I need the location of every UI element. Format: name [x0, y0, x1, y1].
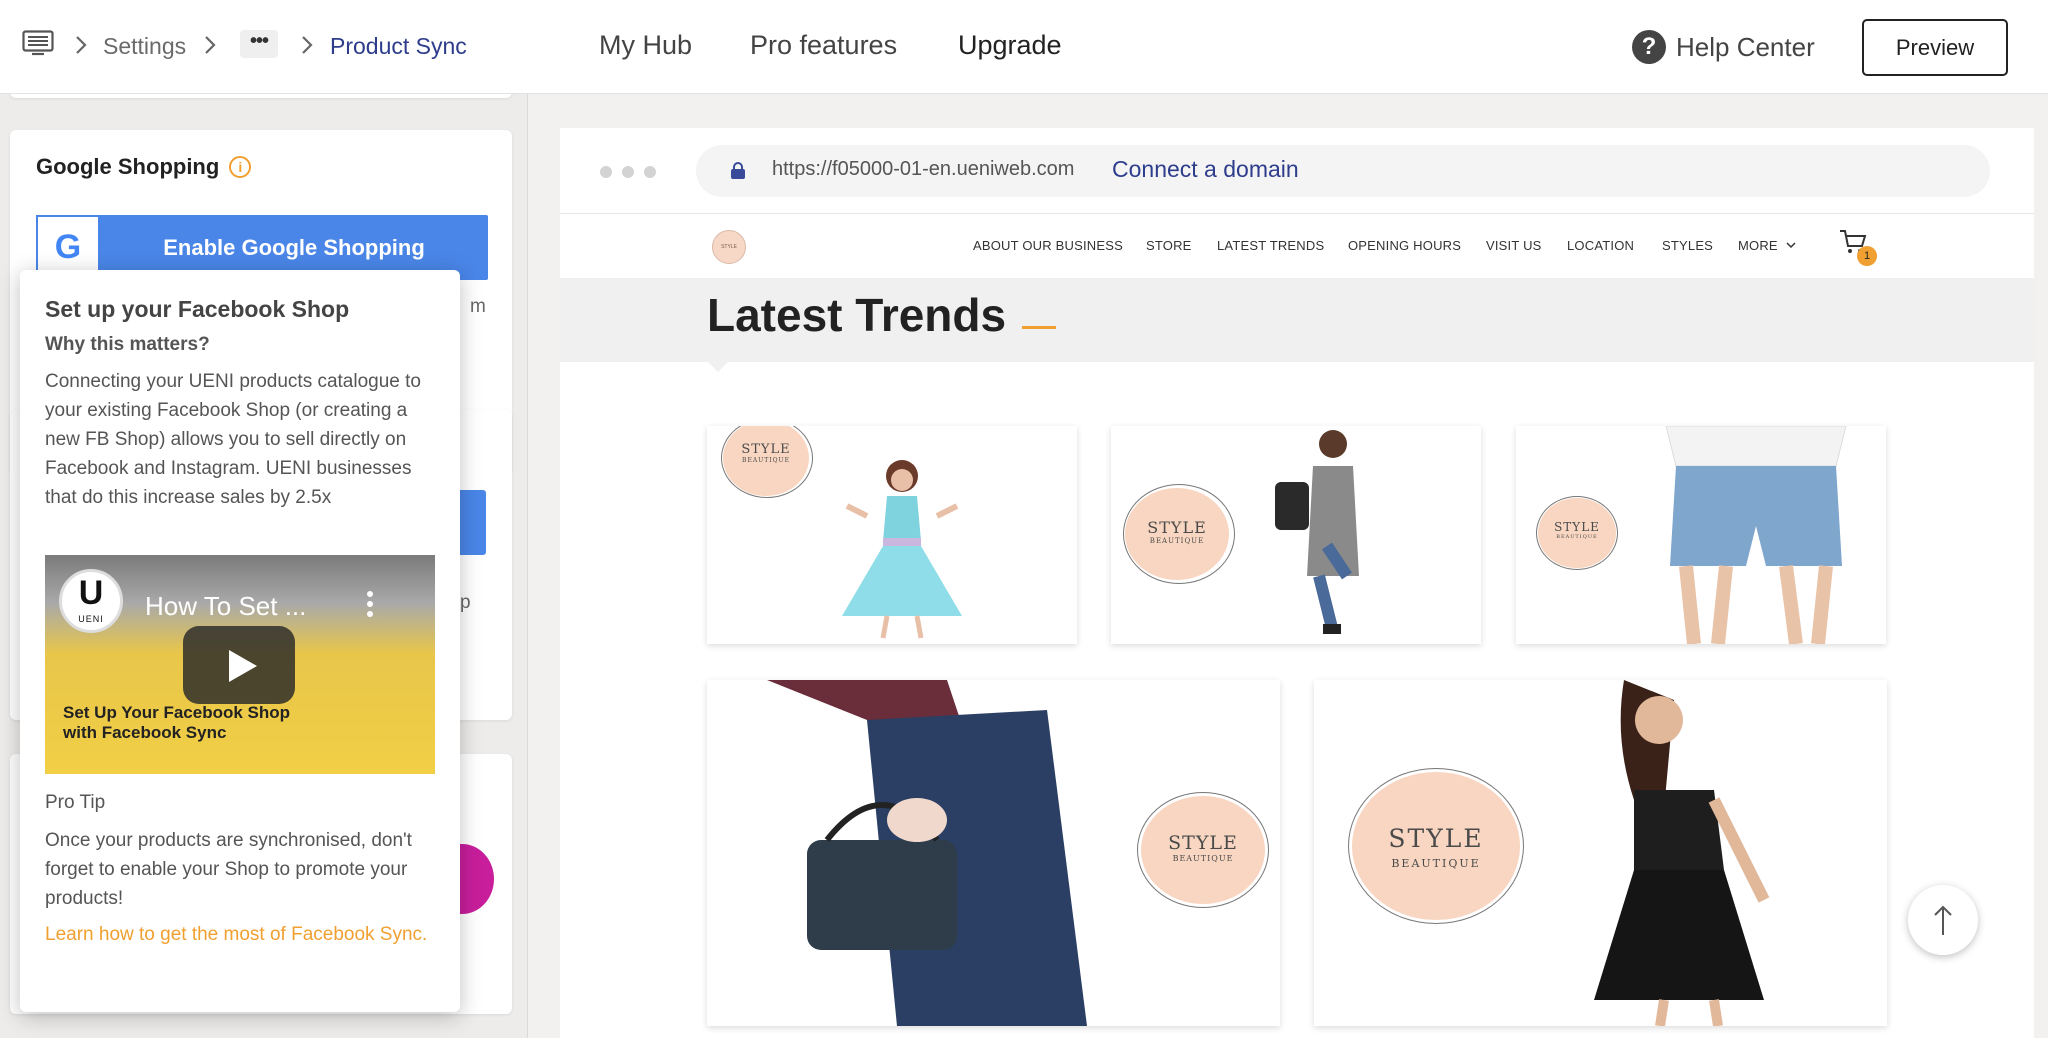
video-menu-icon[interactable] [367, 591, 375, 619]
ueni-logo: U UENI [59, 569, 123, 633]
video-title: How To Set ... [145, 591, 307, 621]
header-notch [708, 362, 728, 372]
product-image-bag [767, 680, 1087, 1026]
help-center-link[interactable]: ? Help Center [1632, 30, 1815, 64]
info-icon[interactable]: i [229, 156, 252, 178]
play-icon[interactable] [183, 626, 295, 704]
site-nav-location[interactable]: LOCATION [1567, 238, 1634, 253]
popover-subtitle: Why this matters? [45, 334, 210, 355]
popover-title: Set up your Facebook Shop [45, 296, 350, 322]
chevron-right-icon [302, 36, 313, 54]
site-nav-visit-us[interactable]: VISIT US [1486, 238, 1542, 253]
site-nav-latest-trends[interactable]: LATEST TRENDS [1217, 238, 1324, 253]
chevron-right-icon [205, 36, 216, 54]
popover-body: Connecting your UENI products catalogue … [45, 371, 421, 508]
product-image-black-dress [1594, 680, 1770, 1026]
site-logo[interactable]: STYLE [712, 230, 746, 264]
breadcrumb-settings[interactable]: Settings [103, 33, 186, 60]
product-image-dress [842, 460, 962, 639]
facebook-shop-popover: Set up your Facebook Shop Why this matte… [20, 270, 460, 1012]
card-partial-text: m [470, 296, 486, 317]
google-shopping-title: Google Shopping [36, 154, 220, 179]
window-dot [644, 166, 656, 178]
video-caption: Set Up Your Facebook Shop with Facebook … [63, 703, 291, 742]
nav-pro-features[interactable]: Pro features [750, 30, 897, 61]
latest-trends-header: Latest Trends [560, 278, 2034, 372]
product-tile[interactable]: STYLE BEAUTIQUE [1516, 426, 1886, 644]
product-image-shorts [1665, 426, 1847, 644]
browser-url-bar: https://f05000-01-en.ueniweb.com Connect… [560, 128, 2034, 214]
settings-card-top [10, 94, 512, 98]
help-center-label: Help Center [1676, 31, 1815, 62]
card-partial-text: p [460, 592, 471, 613]
product-tile[interactable]: STYLE BEAUTIQUE [1314, 680, 1887, 1026]
arrow-up-icon[interactable] [1908, 885, 1978, 955]
chevron-right-icon [76, 36, 87, 54]
window-dot [622, 166, 634, 178]
learn-more-link[interactable]: Learn how to get the most of Facebook Sy… [45, 920, 440, 949]
site-nav-opening-hours[interactable]: OPENING HOURS [1348, 238, 1461, 253]
pro-tip-body: Once your products are synchronised, don… [45, 830, 412, 909]
breadcrumb-more-button[interactable]: ••• [240, 30, 278, 58]
product-tile[interactable]: STYLE BEAUTIQUE [707, 680, 1280, 1026]
site-navigation: STYLE ABOUT OUR BUSINESS STORE LATEST TR… [560, 214, 2034, 278]
section-title: Latest Trends [707, 289, 1007, 341]
product-tile[interactable]: STYLE BEAUTIQUE [1111, 426, 1481, 644]
monitor-icon[interactable] [22, 30, 54, 56]
video-thumbnail[interactable]: U UENI How To Set ... Set Up Your Facebo… [45, 555, 435, 774]
window-dot [600, 166, 612, 178]
site-nav-more[interactable]: MORE [1738, 238, 1778, 253]
nav-my-hub[interactable]: My Hub [599, 30, 692, 61]
question-circle-icon: ? [1632, 30, 1666, 64]
google-shopping-heading: Google Shopping i [36, 154, 252, 180]
site-nav-store[interactable]: STORE [1146, 238, 1192, 253]
preview-button[interactable]: Preview [1862, 19, 2008, 76]
site-preview-frame: https://f05000-01-en.ueniweb.com Connect… [560, 128, 2034, 1038]
pro-tip-heading: Pro Tip [45, 792, 106, 813]
address-bar: https://f05000-01-en.ueniweb.com Connect… [696, 145, 1990, 197]
top-bar: Settings ••• Product Sync My Hub Pro fea… [0, 0, 2048, 94]
product-image-coat [1275, 430, 1359, 634]
lock-icon [731, 162, 745, 179]
product-tile[interactable]: STYLE BEAUTIQUE [707, 426, 1077, 644]
cart-count-badge: 1 [1857, 246, 1877, 266]
site-nav-about[interactable]: ABOUT OUR BUSINESS [973, 238, 1123, 253]
site-nav-styles[interactable]: STYLES [1662, 238, 1713, 253]
site-url: https://f05000-01-en.ueniweb.com [772, 158, 1075, 180]
breadcrumb-current: Product Sync [330, 33, 467, 59]
title-accent-dash [1022, 326, 1056, 329]
connect-domain-link[interactable]: Connect a domain [1112, 156, 1299, 183]
chevron-down-icon [1786, 242, 1796, 249]
nav-upgrade[interactable]: Upgrade [958, 30, 1062, 61]
